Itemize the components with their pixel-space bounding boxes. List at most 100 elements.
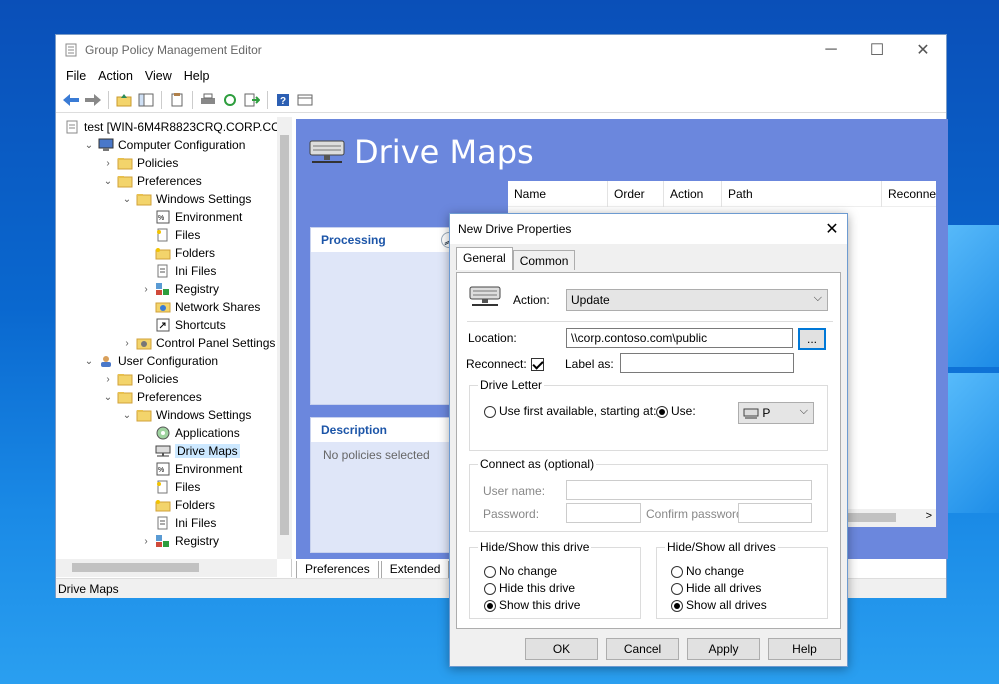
tree-item-ini-files[interactable]: Ini Files [56, 514, 291, 532]
tree-item-windows-settings[interactable]: ⌄ Windows Settings [56, 190, 291, 208]
tree-item-environment[interactable]: % Environment [56, 208, 291, 226]
menu-file[interactable]: File [60, 69, 92, 83]
show-this-drive-option[interactable]: Show this drive [484, 598, 580, 612]
chevron-right-icon[interactable]: › [121, 338, 133, 349]
tree-item-computer-configuration[interactable]: ⌄ Computer Configuration [56, 136, 291, 154]
environment-icon: % [155, 462, 171, 476]
use-label: Use: [671, 404, 696, 418]
hide-all-drives-radio[interactable] [671, 582, 683, 595]
show-hide-tree-icon[interactable] [135, 89, 157, 111]
drive-no-change-radio[interactable] [484, 565, 496, 578]
chevron-down-icon[interactable]: ⌄ [83, 356, 95, 367]
browse-button[interactable]: ... [798, 328, 826, 350]
chevron-right-icon[interactable]: › [102, 374, 114, 385]
tree-item-ini-files[interactable]: Ini Files [56, 262, 291, 280]
tree-item-environment[interactable]: % Environment [56, 460, 291, 478]
tree-horizontal-scrollbar[interactable] [56, 559, 277, 577]
tree-vertical-scrollbar[interactable] [277, 117, 292, 559]
close-button[interactable]: ✕ [900, 35, 946, 65]
tree-item-drive-maps[interactable]: Drive Maps [56, 442, 291, 460]
action-dropdown[interactable]: Update ⌵ [566, 289, 828, 311]
hide-this-drive-option[interactable]: Hide this drive [484, 581, 575, 595]
chevron-right-icon[interactable]: › [140, 284, 152, 295]
refresh-icon[interactable] [219, 89, 241, 111]
show-this-drive-radio[interactable] [484, 599, 496, 612]
hide-this-drive-radio[interactable] [484, 582, 496, 595]
tree-item-policies[interactable]: › Policies [56, 370, 291, 388]
chevron-right-icon[interactable]: › [140, 536, 152, 547]
confirm-password-input[interactable] [738, 503, 812, 523]
chevron-right-icon[interactable]: › [102, 158, 114, 169]
drive-icon [743, 408, 759, 419]
all-no-change-option[interactable]: No change [671, 564, 744, 578]
column-order[interactable]: Order [608, 180, 664, 207]
print-icon[interactable] [197, 89, 219, 111]
back-icon[interactable] [60, 89, 82, 111]
hide-show-drive-group: Hide/Show this drive No change Hide this… [469, 540, 641, 619]
apply-button[interactable]: Apply [687, 638, 760, 660]
menu-action[interactable]: Action [92, 69, 139, 83]
console-tree: test [WIN-6M4R8823CRQ.CORP.CON ⌄ Computer … [56, 117, 292, 577]
tab-common[interactable]: Common [512, 250, 576, 270]
export-icon[interactable] [241, 89, 263, 111]
minimize-button[interactable]: ─ [808, 35, 854, 65]
tab-general[interactable]: General [456, 247, 513, 270]
reconnect-checkbox[interactable] [531, 358, 544, 372]
show-all-drives-option[interactable]: Show all drives [671, 598, 767, 612]
tab-preferences[interactable]: Preferences [296, 561, 379, 579]
label-as-label: Label as: [565, 357, 614, 371]
tree-item-folders[interactable]: Folders [56, 496, 291, 514]
view-icon[interactable] [294, 89, 316, 111]
column-reconnect[interactable]: Reconne [882, 181, 936, 207]
use-option[interactable]: Use: [656, 404, 696, 418]
cancel-button[interactable]: Cancel [606, 638, 679, 660]
chevron-down-icon[interactable]: ⌄ [83, 140, 95, 151]
username-input[interactable] [566, 480, 812, 500]
tree-item-user-configuration[interactable]: ⌄ User Configuration [56, 352, 291, 370]
tree-item-applications[interactable]: Applications [56, 424, 291, 442]
use-radio[interactable] [656, 405, 668, 418]
all-no-change-radio[interactable] [671, 565, 683, 578]
chevron-down-icon[interactable]: ⌄ [102, 176, 114, 187]
tree-item-files[interactable]: Files [56, 478, 291, 496]
tree-item-registry[interactable]: › Registry [56, 532, 291, 550]
tree-item-registry[interactable]: › Registry [56, 280, 291, 298]
tree-item-folders[interactable]: Folders [56, 244, 291, 262]
help-button[interactable]: Help [768, 638, 841, 660]
menu-view[interactable]: View [139, 69, 178, 83]
drive-no-change-option[interactable]: No change [484, 564, 557, 578]
tree-item-files[interactable]: Files [56, 226, 291, 244]
hide-all-drives-option[interactable]: Hide all drives [671, 581, 761, 595]
maximize-button[interactable]: ☐ [854, 35, 900, 65]
forward-icon[interactable] [82, 89, 104, 111]
tree-item-control-panel-settings[interactable]: › Control Panel Settings [56, 334, 291, 352]
tree-item-network-shares[interactable]: Network Shares [56, 298, 291, 316]
menu-help[interactable]: Help [178, 69, 216, 83]
tree-item-label: Drive Maps [175, 444, 240, 458]
tree-item-windows-settings[interactable]: ⌄ Windows Settings [56, 406, 291, 424]
help-icon[interactable]: ? [272, 89, 294, 111]
tree-item-test-win-6m4r8823crq-corp-con[interactable]: test [WIN-6M4R8823CRQ.CORP.CON [56, 118, 291, 136]
chevron-down-icon[interactable]: ⌄ [121, 194, 133, 205]
tree-item-preferences[interactable]: ⌄ Preferences [56, 388, 291, 406]
tree-item-shortcuts[interactable]: Shortcuts [56, 316, 291, 334]
show-all-drives-radio[interactable] [671, 599, 683, 612]
column-name[interactable]: Name [508, 180, 608, 207]
chevron-down-icon[interactable]: ⌄ [102, 392, 114, 403]
up-folder-icon[interactable] [113, 89, 135, 111]
password-input[interactable] [566, 503, 641, 523]
drive-letter-dropdown[interactable]: P ⌵ [738, 402, 814, 424]
tab-extended[interactable]: Extended [380, 561, 450, 579]
tree-item-preferences[interactable]: ⌄ Preferences [56, 172, 291, 190]
ok-button[interactable]: OK [525, 638, 598, 660]
dialog-close-icon[interactable]: ✕ [817, 219, 847, 239]
use-first-available-option[interactable]: Use first available, starting at: [484, 404, 656, 418]
properties-icon[interactable] [166, 89, 188, 111]
label-as-input[interactable] [620, 353, 794, 373]
use-first-radio[interactable] [484, 405, 496, 418]
chevron-down-icon[interactable]: ⌄ [121, 410, 133, 421]
column-action[interactable]: Action [664, 180, 722, 207]
column-path[interactable]: Path [722, 180, 882, 207]
tree-item-policies[interactable]: › Policies [56, 154, 291, 172]
location-input[interactable]: \\corp.contoso.com\public [566, 328, 793, 348]
